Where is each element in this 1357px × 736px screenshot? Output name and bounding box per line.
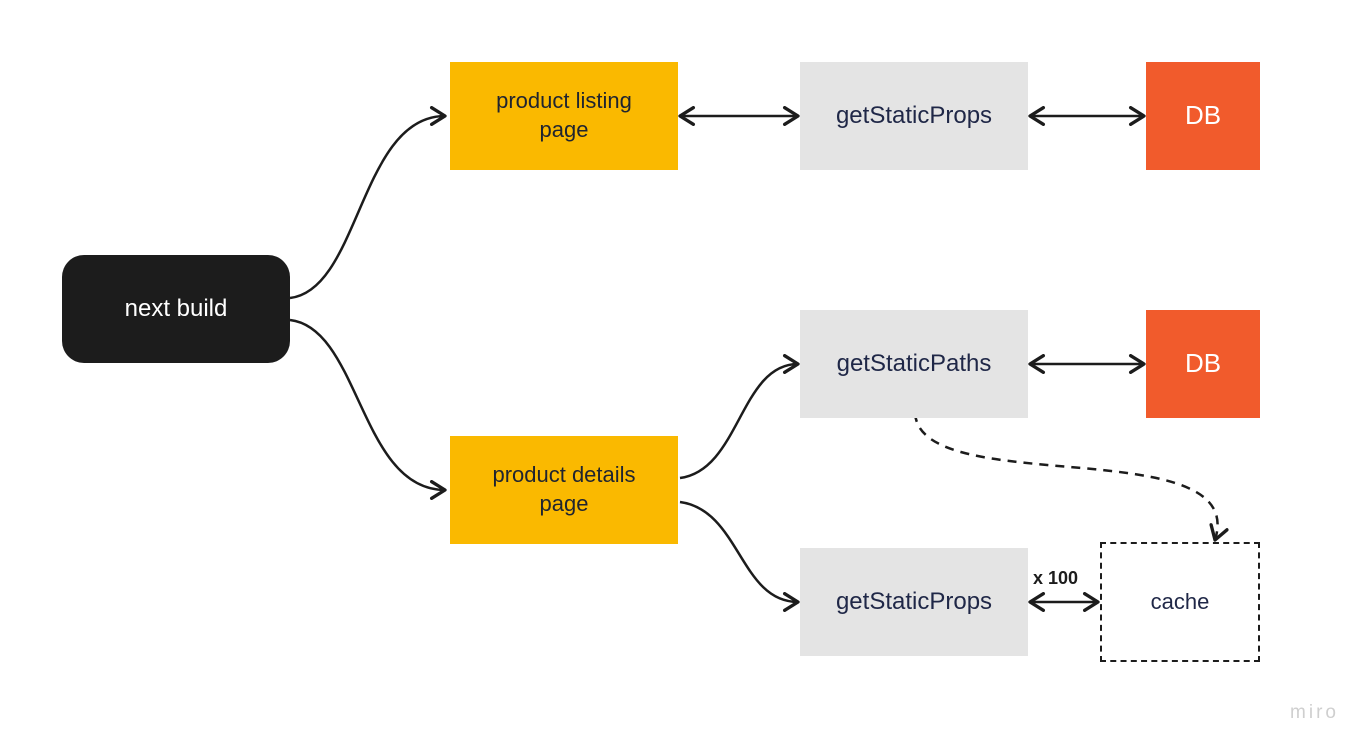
node-label: product listing page	[496, 87, 632, 144]
node-label: getStaticProps	[836, 586, 992, 617]
node-label: getStaticPaths	[837, 348, 992, 379]
node-label: DB	[1185, 347, 1221, 381]
node-label: DB	[1185, 99, 1221, 133]
node-getstaticpaths: getStaticPaths	[800, 310, 1028, 418]
node-db-middle: DB	[1146, 310, 1260, 418]
edge-label-x100: x 100	[1033, 568, 1078, 589]
node-label: next build	[125, 293, 228, 324]
watermark: miro	[1290, 702, 1339, 724]
node-product-details: product details page	[450, 436, 678, 544]
node-label: getStaticProps	[836, 100, 992, 131]
node-label: cache	[1151, 588, 1210, 617]
node-db-top: DB	[1146, 62, 1260, 170]
node-next-build: next build	[62, 255, 290, 363]
edge-details-gsp	[680, 502, 798, 602]
node-cache: cache	[1100, 542, 1260, 662]
edge-nextbuild-details	[290, 320, 445, 490]
node-label: product details page	[492, 461, 635, 518]
edge-details-gspaths	[680, 364, 798, 478]
node-getstaticprops-bottom: getStaticProps	[800, 548, 1028, 656]
node-getstaticprops-top: getStaticProps	[800, 62, 1028, 170]
node-product-listing: product listing page	[450, 62, 678, 170]
edge-gspaths-cache-dashed	[915, 413, 1218, 540]
edge-nextbuild-listing	[290, 116, 445, 298]
